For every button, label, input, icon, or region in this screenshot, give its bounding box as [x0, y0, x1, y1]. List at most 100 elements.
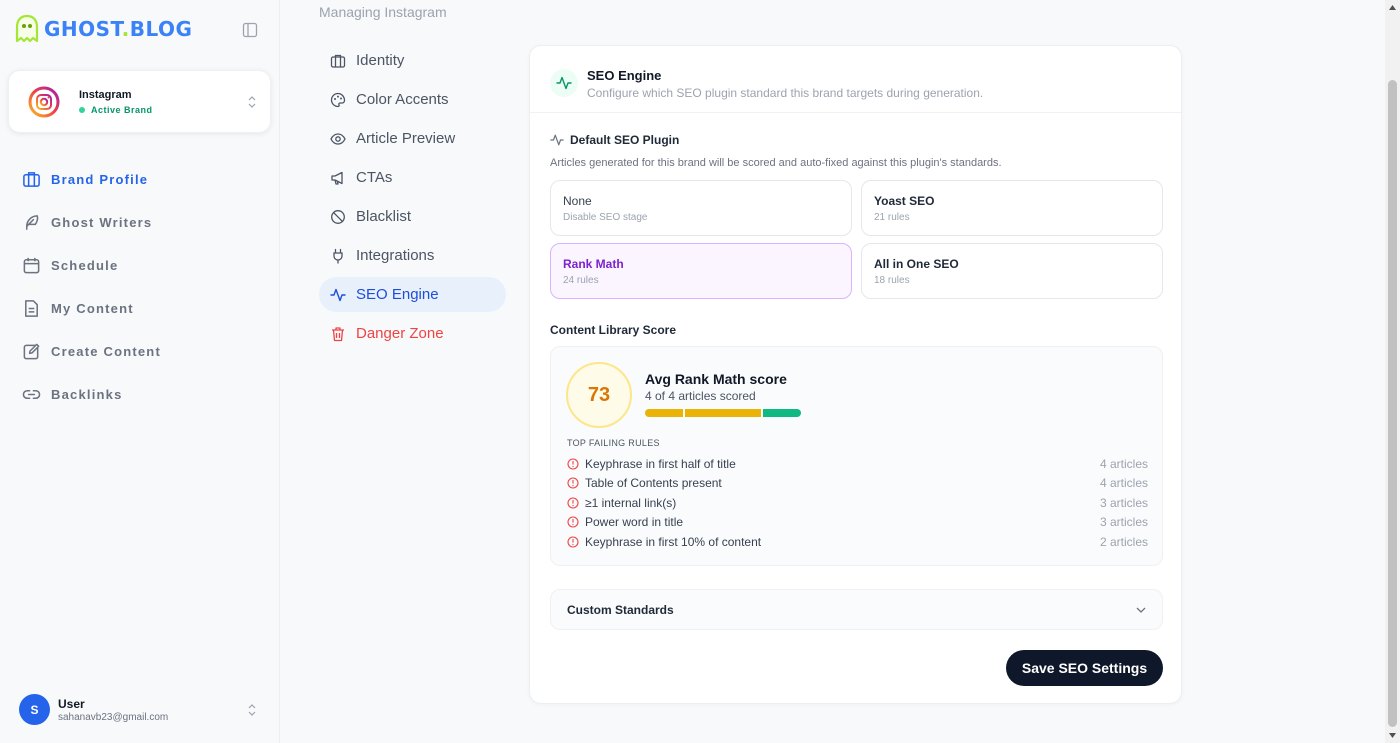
rule-name: Table of Contents present	[585, 476, 722, 491]
tab-label: Integrations	[356, 247, 435, 264]
list-item: Keyphrase in first half of title 4 artic…	[567, 454, 1148, 474]
feather-icon	[25, 215, 39, 230]
sidebar-item-schedule[interactable]: Schedule	[22, 244, 262, 287]
tab-label: Blacklist	[356, 208, 412, 225]
sidebar-item-label: Backlinks	[51, 387, 123, 402]
logo-word-2: BLOG	[129, 17, 193, 41]
score-bar-segment	[763, 409, 801, 417]
eye-icon	[330, 132, 346, 145]
user-menu[interactable]: S User sahanavb23@gmail.com	[19, 694, 264, 726]
ghost-logo-icon	[15, 14, 39, 43]
failing-rules-list: Keyphrase in first half of title 4 artic…	[567, 454, 1148, 552]
rule-count: 4 articles	[1099, 456, 1148, 471]
sidebar-item-backlinks[interactable]: Backlinks	[22, 373, 262, 416]
failing-rules-heading: TOP FAILING RULES	[567, 438, 660, 448]
plugin-option-yoast[interactable]: Yoast SEO 21 rules	[861, 180, 1163, 236]
scroll-down-arrow-icon[interactable]	[1388, 731, 1397, 740]
briefcase-icon	[23, 172, 40, 187]
plugin-option-rank-math[interactable]: Rank Math 24 rules	[550, 243, 852, 299]
tab-label: Color Accents	[356, 91, 449, 108]
tab-label: CTAs	[356, 169, 393, 186]
save-seo-settings-button[interactable]: Save SEO Settings	[1006, 650, 1163, 686]
score-bar-segment	[645, 409, 683, 417]
alert-circle-icon	[567, 516, 579, 528]
list-item: Power word in title 3 articles	[567, 513, 1148, 533]
custom-standards-accordion[interactable]: Custom Standards	[550, 589, 1163, 630]
score-distribution-bar	[645, 409, 801, 417]
activity-icon	[550, 134, 564, 146]
sidebar-item-label: My Content	[51, 301, 134, 316]
link-icon	[22, 389, 41, 400]
chevron-down-icon	[1136, 607, 1146, 613]
file-text-icon	[25, 300, 38, 317]
seo-engine-card: SEO Engine Configure which SEO plugin st…	[529, 45, 1182, 704]
page-subtitle: Configure which SEO plugin standard this…	[587, 86, 984, 100]
sidebar-item-my-content[interactable]: My Content	[22, 287, 262, 330]
tab-integrations[interactable]: Integrations	[319, 238, 506, 273]
activity-icon	[550, 69, 578, 97]
tab-ctas[interactable]: CTAs	[319, 160, 506, 195]
logo-dot: .	[121, 17, 130, 41]
brand-switcher[interactable]: Instagram Active Brand	[8, 70, 271, 133]
tab-seo-engine[interactable]: SEO Engine	[319, 277, 506, 312]
plugin-sub: 18 rules	[874, 275, 910, 286]
tab-color-accents[interactable]: Color Accents	[319, 82, 506, 117]
plugin-name: Yoast SEO	[874, 194, 935, 208]
palette-icon	[330, 92, 346, 107]
instagram-icon	[28, 86, 60, 118]
megaphone-icon	[331, 171, 343, 185]
score-bar-segment	[685, 409, 761, 417]
sidebar-item-label: Create Content	[51, 344, 161, 359]
briefcase-icon	[330, 54, 346, 68]
chevron-up-down-icon	[248, 96, 256, 108]
page-scrollbar[interactable]	[1385, 0, 1400, 743]
status-dot	[79, 107, 85, 113]
app-logo[interactable]: GHOST.BLOG	[14, 14, 192, 44]
alert-circle-icon	[567, 477, 579, 489]
rule-count: 4 articles	[1099, 476, 1148, 491]
sidebar-item-label: Schedule	[51, 258, 119, 273]
ban-icon	[331, 209, 345, 224]
sidebar-item-ghost-writers[interactable]: Ghost Writers	[22, 201, 262, 244]
brand-status-text: Active Brand	[91, 105, 153, 115]
sidebar-item-brand-profile[interactable]: Brand Profile	[22, 158, 262, 201]
card-header: SEO Engine Configure which SEO plugin st…	[530, 46, 1181, 113]
tab-label: Article Preview	[356, 130, 456, 147]
page-title: SEO Engine	[587, 68, 662, 83]
default-plugin-label: Default SEO Plugin	[570, 133, 680, 147]
rule-name: Keyphrase in first 10% of content	[585, 534, 762, 549]
plugin-option-none[interactable]: None Disable SEO stage	[550, 180, 852, 236]
tab-danger-zone[interactable]: Danger Zone	[319, 316, 506, 351]
rule-name: ≥1 internal link(s)	[585, 495, 677, 510]
user-email: sahanavb23@gmail.com	[58, 712, 169, 723]
alert-circle-icon	[567, 536, 579, 548]
user-name: User	[58, 697, 85, 711]
tab-label: Danger Zone	[356, 325, 444, 342]
sidebar-item-create-content[interactable]: Create Content	[22, 330, 262, 373]
alert-circle-icon	[567, 458, 579, 470]
tab-identity[interactable]: Identity	[319, 43, 506, 78]
rule-name: Power word in title	[585, 515, 684, 530]
score-title: Avg Rank Math score	[645, 371, 787, 387]
tab-blacklist[interactable]: Blacklist	[319, 199, 506, 234]
sidebar-item-label: Brand Profile	[51, 172, 149, 187]
library-score-heading: Content Library Score	[550, 323, 677, 337]
plug-icon	[333, 248, 343, 264]
main-nav: Brand Profile Ghost Writers Schedule My …	[22, 158, 262, 416]
plugin-option-aioseo[interactable]: All in One SEO 18 rules	[861, 243, 1163, 299]
alert-circle-icon	[567, 497, 579, 509]
rule-count: 3 articles	[1099, 495, 1148, 510]
library-score-panel: 73 Avg Rank Math score 4 of 4 articles s…	[550, 346, 1163, 566]
managing-header: Managing Instagram	[319, 4, 447, 20]
plugin-sub: Disable SEO stage	[563, 212, 648, 223]
plugin-sub: 24 rules	[563, 275, 599, 286]
tab-article-preview[interactable]: Article Preview	[319, 121, 506, 156]
scroll-thumb[interactable]	[1388, 80, 1397, 727]
logo-word-1: GHOST	[44, 17, 122, 41]
list-item: ≥1 internal link(s) 3 articles	[567, 493, 1148, 513]
default-plugin-description: Articles generated for this brand will b…	[550, 157, 1002, 169]
list-item: Table of Contents present 4 articles	[567, 474, 1148, 494]
scroll-up-arrow-icon[interactable]	[1388, 3, 1397, 12]
sidebar-toggle-icon[interactable]	[242, 22, 258, 38]
rule-count: 2 articles	[1099, 534, 1148, 549]
